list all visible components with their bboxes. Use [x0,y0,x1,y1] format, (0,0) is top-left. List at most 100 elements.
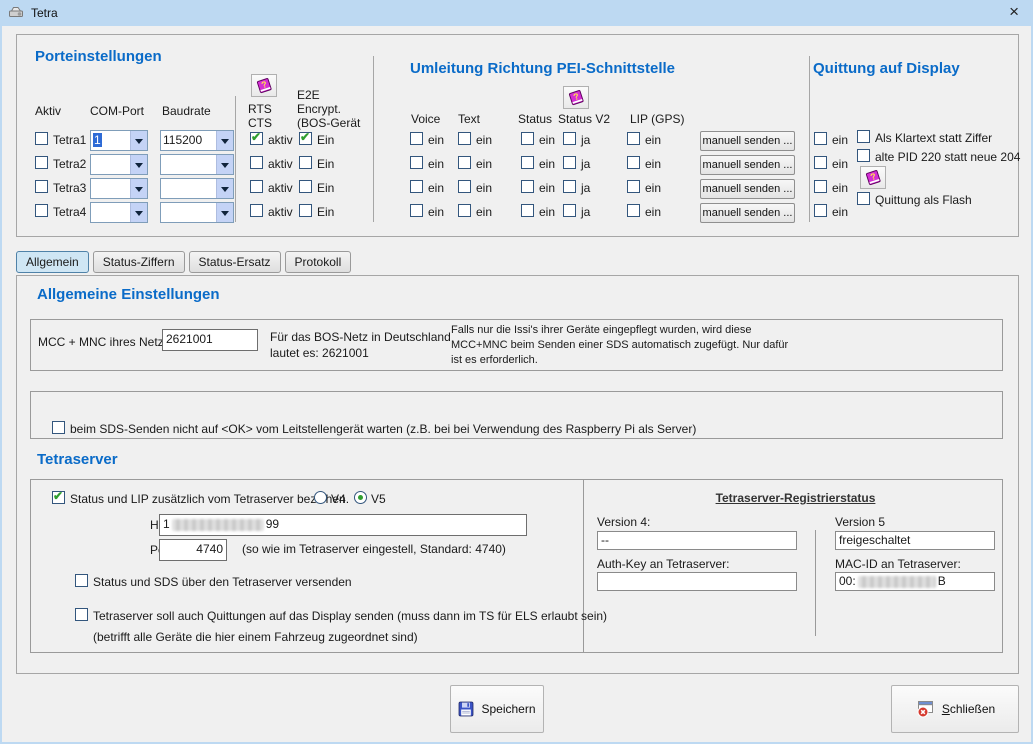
voice-ein-checkbox-4[interactable] [410,204,423,217]
chevron-down-icon[interactable] [216,155,233,174]
close-button[interactable]: Schließen [891,685,1019,733]
quittung-flash-checkbox[interactable] [857,192,870,205]
manuell-senden-button-4[interactable]: manuell senden ... [700,203,795,223]
col-baudrate: Baudrate [162,104,211,118]
send-via-ts-checkbox[interactable] [75,574,88,587]
voice-ein-checkbox-1[interactable] [410,132,423,145]
text-ein-checkbox-1[interactable] [458,132,471,145]
tab-allgemein[interactable]: Allgemein [16,251,89,273]
quittung-ein-checkbox-4[interactable] [814,204,827,217]
manuell-senden-button-3[interactable]: manuell senden ... [700,179,795,199]
tetra3-aktiv-checkbox[interactable] [35,180,48,193]
registrierstatus-title: Tetraserver-Registrierstatus [593,491,998,505]
tab-status-ziffern[interactable]: Status-Ziffern [93,251,185,273]
lip-ein-checkbox-1[interactable] [627,132,640,145]
tetra2-rts-checkbox[interactable] [250,156,263,169]
version4-label: Version 4: [597,515,650,529]
status-ein-checkbox-4[interactable] [521,204,534,217]
tetra4-e2e-checkbox[interactable] [299,204,312,217]
quittung-help-button[interactable]: ? [860,166,886,189]
ein-label: ein [539,205,555,219]
mcc-note-line3: ist es erforderlich. [451,354,538,366]
klartext-checkbox[interactable] [857,130,870,143]
tetra1-rts-checkbox[interactable] [250,132,263,145]
chevron-down-icon[interactable] [130,155,147,174]
quittung-ein-checkbox-3[interactable] [814,180,827,193]
statusv2-help-button[interactable]: ? [563,86,589,109]
ein-label: ein [645,157,661,171]
lip-ein-checkbox-4[interactable] [627,204,640,217]
tetra4-baud-combobox[interactable] [160,202,234,223]
tetra3-baud-combobox[interactable] [160,178,234,199]
statusv2-ja-checkbox-1[interactable] [563,132,576,145]
chevron-down-icon[interactable] [216,203,233,222]
statusv2-ja-checkbox-4[interactable] [563,204,576,217]
chevron-down-icon[interactable] [130,131,147,150]
lip-ein-checkbox-3[interactable] [627,180,640,193]
ja-label: ja [581,181,590,195]
save-button[interactable]: Speichern [450,685,544,733]
ein-label: ein [539,181,555,195]
v5-label: V5 [371,492,386,506]
alte-pid-label: alte PID 220 statt neue 204 [875,150,1020,164]
manuell-senden-button-2[interactable]: manuell senden ... [700,155,795,175]
general-settings-title: Allgemeine Einstellungen [37,286,220,303]
col-text: Text [458,112,480,126]
window-close-button[interactable]: × [1009,3,1019,21]
text-ein-checkbox-4[interactable] [458,204,471,217]
manuell-senden-button-1[interactable]: manuell senden ... [700,131,795,151]
rts-help-button[interactable]: ? [251,74,277,97]
tab-status-ersatz[interactable]: Status-Ersatz [189,251,281,273]
sds-wait-checkbox[interactable] [52,421,65,434]
ein-label: ein [476,157,492,171]
chevron-down-icon[interactable] [216,131,233,150]
tetra1-baud-combobox[interactable]: 115200 [160,130,234,151]
port-input[interactable]: 4740 [159,539,227,561]
use-tetraserver-checkbox[interactable] [52,491,65,504]
tetra2-e2e-checkbox[interactable] [299,156,312,169]
statusv2-ja-checkbox-2[interactable] [563,156,576,169]
tetra3-com-combobox[interactable] [90,178,148,199]
tetra1-e2e-checkbox[interactable] [299,132,312,145]
hostname-input[interactable]: 199 [159,514,527,536]
col-status-v2: Status V2 [558,112,610,126]
quittung-ein-checkbox-2[interactable] [814,156,827,169]
tetra2-aktiv-checkbox[interactable] [35,156,48,169]
book-question-icon: ? [568,89,585,106]
statusv2-ja-checkbox-3[interactable] [563,180,576,193]
tetra1-aktiv-checkbox[interactable] [35,132,48,145]
version4-value: -- [597,531,797,550]
mcc-input[interactable]: 2621001 [162,329,258,351]
v4-radio[interactable] [314,491,327,504]
voice-ein-checkbox-3[interactable] [410,180,423,193]
v5-radio[interactable] [354,491,367,504]
tetra1-com-combobox[interactable]: 1 [90,130,148,151]
quittung-ein-checkbox-1[interactable] [814,132,827,145]
chevron-down-icon[interactable] [130,179,147,198]
tetra3-rts-checkbox[interactable] [250,180,263,193]
tetra2-com-combobox[interactable] [90,154,148,175]
ein-label: ein [832,157,848,171]
close-label-underlined: S [942,702,950,716]
ts-quittung-label: Tetraserver soll auch Quittungen auf das… [93,609,607,623]
status-ein-checkbox-1[interactable] [521,132,534,145]
text-ein-checkbox-3[interactable] [458,180,471,193]
ein-label: ein [645,181,661,195]
voice-ein-checkbox-2[interactable] [410,156,423,169]
tetra4-com-combobox[interactable] [90,202,148,223]
tetra4-aktiv-checkbox[interactable] [35,204,48,217]
tetra3-e2e-checkbox[interactable] [299,180,312,193]
ts-quittung-checkbox[interactable] [75,608,88,621]
chevron-down-icon[interactable] [216,179,233,198]
status-ein-checkbox-3[interactable] [521,180,534,193]
tetra4-rts-checkbox[interactable] [250,204,263,217]
port-settings-title: Porteinstellungen [35,48,162,65]
chevron-down-icon[interactable] [130,203,147,222]
tab-protokoll[interactable]: Protokoll [285,251,352,273]
lip-ein-checkbox-2[interactable] [627,156,640,169]
alte-pid-checkbox[interactable] [857,149,870,162]
tetra2-baud-combobox[interactable] [160,154,234,175]
text-ein-checkbox-2[interactable] [458,156,471,169]
hostname-suffix: 99 [266,517,279,531]
status-ein-checkbox-2[interactable] [521,156,534,169]
